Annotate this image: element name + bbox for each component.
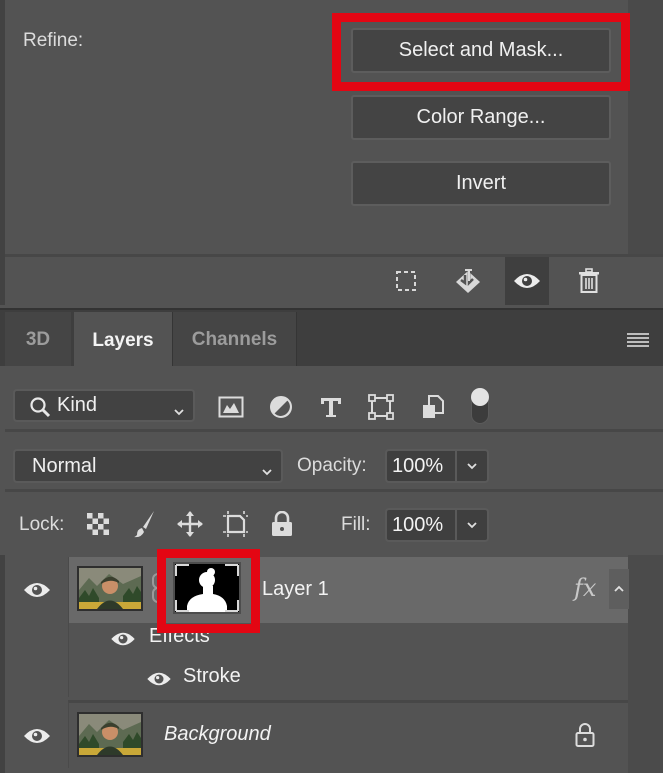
invert-button[interactable]: Invert	[351, 161, 611, 206]
properties-panel: Refine: Select and Mask... Color Range..…	[0, 0, 663, 305]
chevron-down-icon	[173, 400, 185, 423]
background-layer-name[interactable]: Background	[164, 723, 271, 746]
adjustment-layer-filter-icon[interactable]	[267, 394, 295, 420]
layer-mask-thumbnail[interactable]	[173, 562, 241, 614]
smart-object-filter-icon[interactable]	[419, 394, 447, 420]
blend-mode-select[interactable]: Normal	[13, 449, 283, 483]
pixel-layer-filter-icon[interactable]	[217, 394, 245, 420]
blend-mode-value: Normal	[32, 454, 97, 477]
layer-1-effects: Effects Stroke	[68, 623, 628, 697]
panel-scroll-strip	[628, 0, 663, 254]
opacity-dropdown-icon[interactable]	[457, 451, 487, 481]
chevron-down-icon	[261, 460, 273, 483]
opacity-value[interactable]: 100%	[387, 451, 457, 481]
stroke-visibility-eye-icon[interactable]	[145, 669, 173, 689]
background-lock-icon[interactable]	[573, 720, 597, 750]
opacity-field[interactable]: 100%	[385, 449, 489, 483]
type-layer-filter-icon[interactable]	[317, 394, 345, 420]
layer-1-visibility-eye-icon[interactable]	[5, 557, 68, 623]
refine-label: Refine:	[23, 30, 84, 51]
filter-toggle[interactable]	[471, 388, 489, 424]
filter-kind-value: Kind	[57, 394, 98, 416]
panel-menu-icon[interactable]	[627, 333, 649, 349]
properties-footer	[5, 254, 663, 305]
layer-1-thumbnail	[77, 566, 143, 611]
effects-visibility-eye-icon[interactable]	[109, 629, 137, 649]
layers-list: Layer 1 fx Effects Stroke Background	[0, 555, 663, 773]
layer-row-background[interactable]: Background	[68, 700, 628, 768]
tab-3d[interactable]: 3D	[5, 312, 71, 368]
panel-tabs: 3D Layers Channels	[0, 308, 663, 370]
blend-row: Normal Opacity: 100%	[5, 435, 663, 492]
tab-channels[interactable]: Channels	[172, 312, 297, 368]
layers-scroll-strip	[628, 555, 663, 773]
layer-1-name[interactable]: Layer 1	[262, 578, 329, 601]
collapse-effects-chevron-up-icon[interactable]	[609, 569, 629, 609]
lock-label: Lock:	[19, 514, 65, 535]
color-range-button[interactable]: Color Range...	[351, 95, 611, 140]
shape-layer-filter-icon[interactable]	[367, 394, 395, 420]
lock-image-pixels-icon[interactable]	[131, 509, 159, 539]
fill-dropdown-icon[interactable]	[457, 510, 487, 540]
lock-all-icon[interactable]	[269, 509, 295, 539]
background-visibility-eye-icon[interactable]	[5, 703, 68, 769]
select-and-mask-button[interactable]: Select and Mask...	[351, 28, 611, 73]
background-thumbnail	[77, 712, 143, 757]
lock-position-icon[interactable]	[175, 509, 205, 539]
filter-kind-select[interactable]: Kind	[13, 389, 195, 422]
tab-layers[interactable]: Layers	[74, 312, 172, 370]
trash-icon[interactable]	[567, 257, 611, 305]
lock-transparent-pixels-icon[interactable]	[85, 511, 111, 537]
layer-filter-row: Kind	[5, 366, 663, 432]
fill-value[interactable]: 100%	[387, 510, 457, 540]
toggle-knob	[471, 388, 489, 406]
opacity-label: Opacity:	[297, 455, 367, 476]
fx-icon[interactable]: fx	[574, 574, 596, 602]
apply-mask-icon[interactable]	[446, 257, 490, 305]
search-icon	[29, 396, 51, 424]
fill-label: Fill:	[341, 514, 371, 535]
stroke-effect-label[interactable]: Stroke	[183, 665, 241, 688]
layer-row-layer-1[interactable]: Layer 1 fx	[68, 557, 629, 623]
visibility-eye-icon[interactable]	[505, 257, 549, 305]
lock-artboard-icon[interactable]	[221, 509, 251, 539]
mask-link-icon[interactable]	[151, 573, 165, 608]
lock-row: Lock: Fill: 100%	[5, 495, 663, 555]
load-selection-icon[interactable]	[384, 257, 428, 305]
fill-field[interactable]: 100%	[385, 508, 489, 542]
effects-label[interactable]: Effects	[149, 625, 210, 648]
